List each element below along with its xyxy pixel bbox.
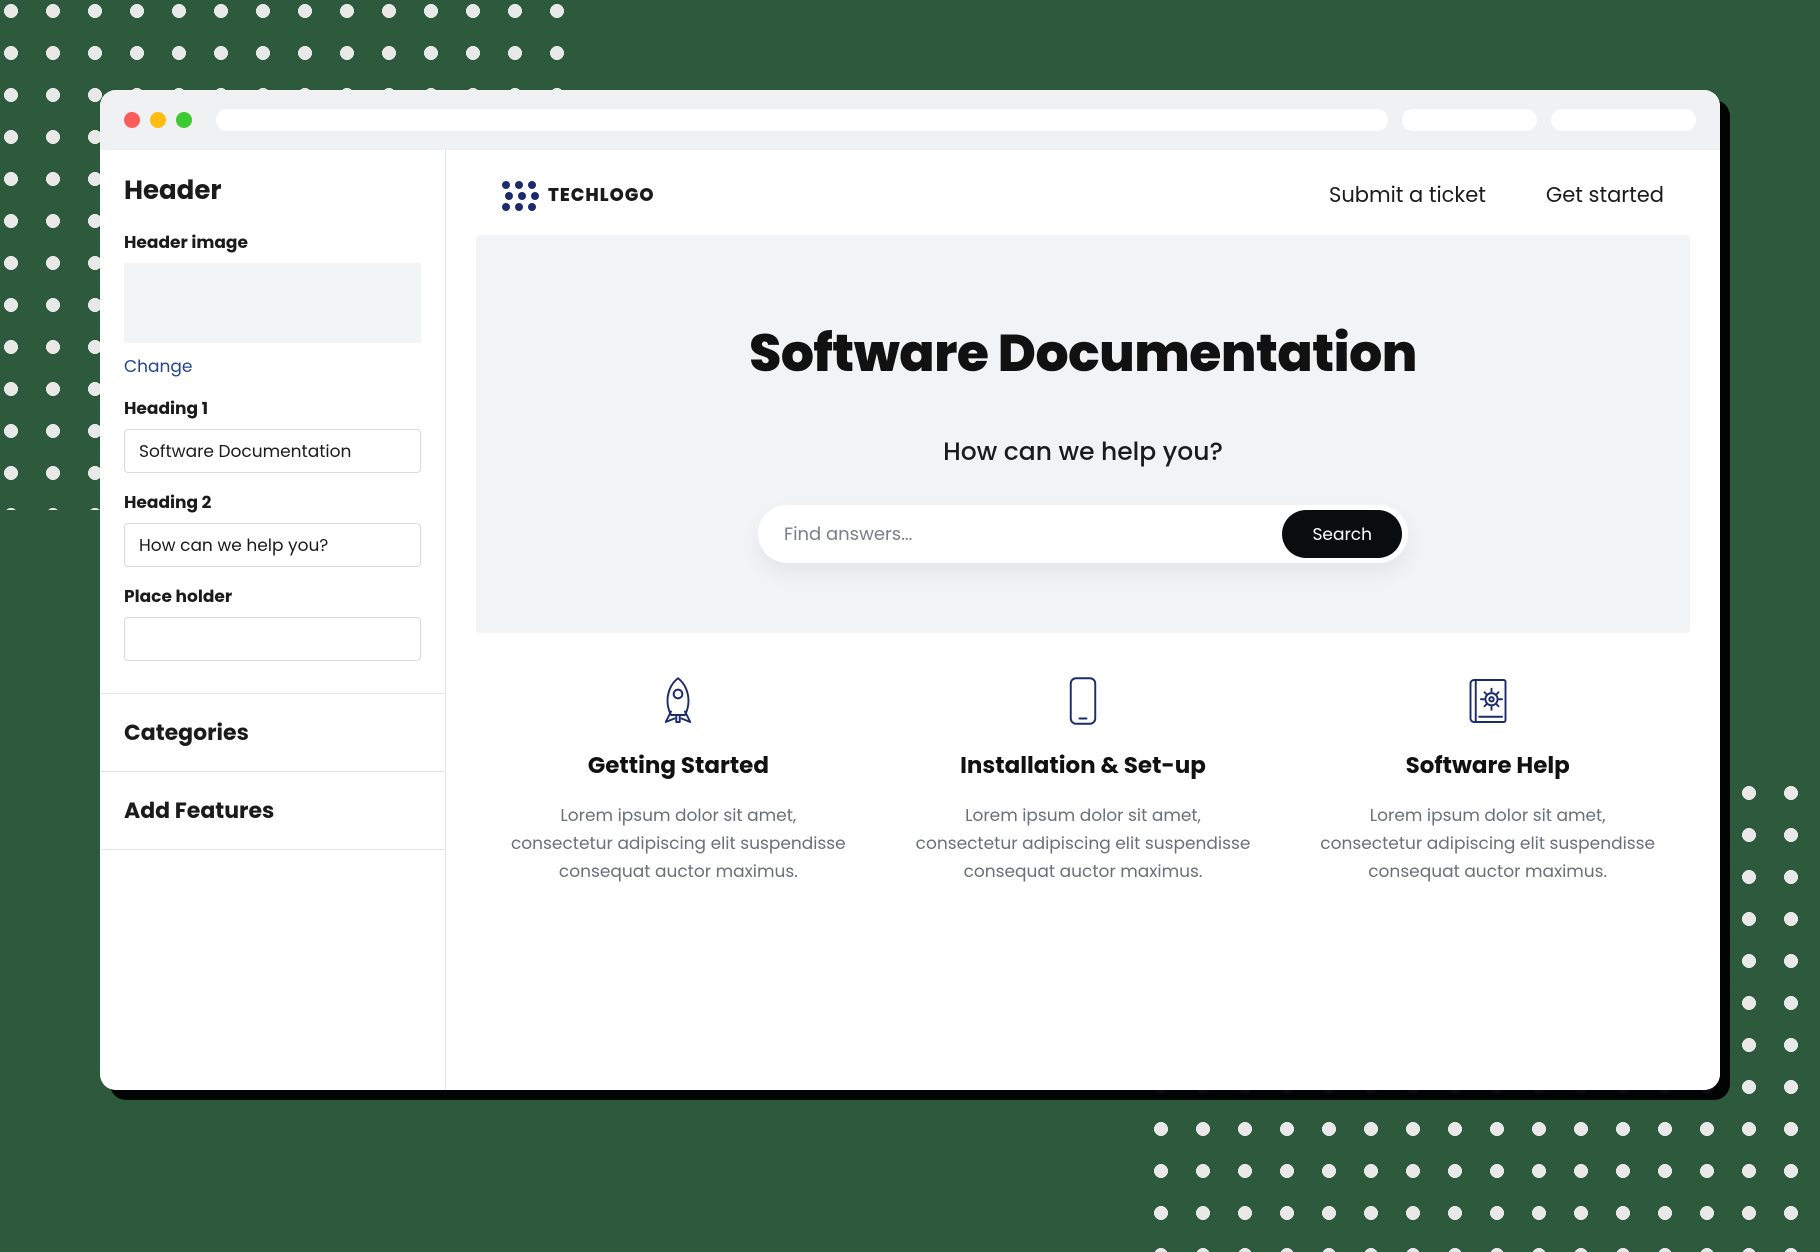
browser-window: Header Header image Change Heading 1 Hea… xyxy=(100,90,1720,1090)
hero-heading-2: How can we help you? xyxy=(516,433,1650,471)
card-installation[interactable]: Installation & Set-up Lorem ipsum dolor … xyxy=(891,673,1276,885)
window-maximize-button[interactable] xyxy=(176,112,192,128)
nav-link-get-started[interactable]: Get started xyxy=(1546,180,1664,211)
phone-icon xyxy=(1055,673,1111,729)
editor-sidebar: Header Header image Change Heading 1 Hea… xyxy=(100,150,446,1090)
search-bar: Search xyxy=(758,505,1408,563)
change-image-link[interactable]: Change xyxy=(124,353,421,379)
search-button[interactable]: Search xyxy=(1282,510,1402,558)
sidebar-section-header: Header xyxy=(124,172,421,211)
browser-titlebar xyxy=(100,90,1720,150)
nav-links: Submit a ticket Get started xyxy=(1329,180,1664,211)
card-title: Software Help xyxy=(1319,749,1656,783)
heading2-input[interactable] xyxy=(124,523,421,567)
card-body: Lorem ipsum dolor sit amet, consectetur … xyxy=(510,801,847,885)
search-input[interactable] xyxy=(784,521,1282,548)
placeholder-label: Place holder xyxy=(124,583,421,609)
hero-heading-1: Software Documentation xyxy=(516,315,1650,393)
card-title: Getting Started xyxy=(510,749,847,783)
card-title: Installation & Set-up xyxy=(915,749,1252,783)
category-cards: Getting Started Lorem ipsum dolor sit am… xyxy=(476,673,1690,885)
card-body: Lorem ipsum dolor sit amet, consectetur … xyxy=(915,801,1252,885)
header-image-slot[interactable] xyxy=(124,263,421,343)
heading1-input[interactable] xyxy=(124,429,421,473)
browser-control-pill xyxy=(1551,109,1696,131)
book-gear-icon xyxy=(1460,673,1516,729)
window-minimize-button[interactable] xyxy=(150,112,166,128)
sidebar-section-categories[interactable]: Categories xyxy=(100,693,445,771)
browser-control-pill xyxy=(1402,109,1537,131)
window-close-button[interactable] xyxy=(124,112,140,128)
site-top-nav: TECHLOGO Submit a ticket Get started xyxy=(476,150,1690,235)
window-controls xyxy=(124,112,192,128)
rocket-icon xyxy=(650,673,706,729)
card-getting-started[interactable]: Getting Started Lorem ipsum dolor sit am… xyxy=(486,673,871,885)
hero-section: Software Documentation How can we help y… xyxy=(476,235,1690,633)
app-body: Header Header image Change Heading 1 Hea… xyxy=(100,150,1720,1090)
brand-text: TECHLOGO xyxy=(548,182,655,209)
placeholder-input[interactable] xyxy=(124,617,421,661)
sidebar-section-add-features[interactable]: Add Features xyxy=(100,771,445,850)
logo-mark-icon xyxy=(502,181,536,211)
card-software-help[interactable]: Software Help Lorem ipsum dolor sit amet… xyxy=(1295,673,1680,885)
heading1-label: Heading 1 xyxy=(124,395,421,421)
nav-link-submit-ticket[interactable]: Submit a ticket xyxy=(1329,180,1486,211)
header-image-label: Header image xyxy=(124,229,421,255)
preview-canvas: TECHLOGO Submit a ticket Get started Sof… xyxy=(446,150,1720,1090)
heading2-label: Heading 2 xyxy=(124,489,421,515)
browser-url-bar[interactable] xyxy=(216,109,1388,131)
brand-logo[interactable]: TECHLOGO xyxy=(502,181,655,211)
card-body: Lorem ipsum dolor sit amet, consectetur … xyxy=(1319,801,1656,885)
